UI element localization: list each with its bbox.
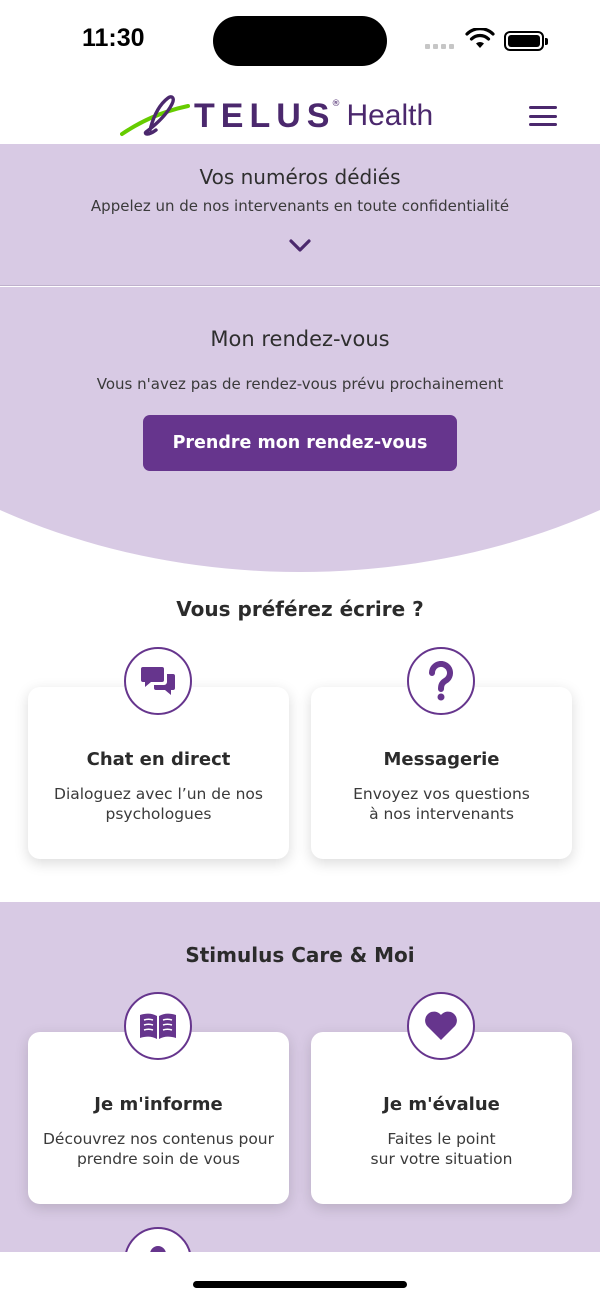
info-card-title: Je m'informe	[94, 1094, 223, 1115]
info-card-description: Découvrez nos contenus pour prendre soin…	[42, 1130, 275, 1168]
home-indicator[interactable]	[193, 1281, 407, 1288]
messaging-description: Envoyez vos questions à nos intervenants	[353, 785, 530, 823]
appointment-section: Mon rendez-vous Vous n'avez pas de rende…	[0, 287, 600, 577]
stimulus-section-title: Stimulus Care & Moi	[185, 943, 415, 967]
hamburger-menu-icon[interactable]	[529, 106, 557, 126]
dedicated-numbers-subtitle: Appelez un de nos intervenants en toute …	[90, 197, 510, 215]
write-section-title: Vous préférez écrire ?	[176, 597, 424, 621]
dedicated-numbers-title: Vos numéros dédiés	[199, 165, 401, 189]
live-chat-description: Dialoguez avec l’un de nos psychologues	[54, 785, 263, 823]
telus-leaf-icon	[120, 95, 190, 136]
appointment-title: Mon rendez-vous	[210, 327, 390, 351]
stimulus-section: Stimulus Care & Moi Je m'informe Découvr…	[0, 902, 600, 1254]
cellular-signal-icon	[425, 44, 454, 49]
messaging-title: Messagerie	[383, 749, 500, 770]
status-bar: 11:30	[0, 0, 600, 84]
evaluate-card-description: Faites le point sur votre situation	[370, 1130, 513, 1168]
chevron-down-icon[interactable]	[289, 239, 311, 253]
book-icon	[124, 992, 192, 1060]
home-indicator-area	[0, 1252, 600, 1300]
question-icon	[407, 647, 475, 715]
telus-health-logo: TELUS ® Health	[120, 90, 433, 142]
evaluate-card-title: Je m'évalue	[383, 1094, 500, 1115]
logo-wordmark: TELUS	[194, 96, 336, 135]
logo-health-text: Health	[346, 99, 434, 132]
dynamic-island	[213, 16, 387, 66]
appointment-message: Vous n'avez pas de rendez-vous prévu pro…	[96, 375, 504, 393]
battery-icon	[504, 31, 548, 51]
logo-registered-mark: ®	[331, 99, 341, 109]
profile-icon	[124, 1227, 192, 1254]
app-header: TELUS ® Health	[0, 84, 600, 144]
dedicated-numbers-panel[interactable]: Vos numéros dédiés Appelez un de nos int…	[0, 144, 600, 286]
chat-icon	[124, 647, 192, 715]
status-time: 11:30	[82, 24, 145, 52]
live-chat-title: Chat en direct	[86, 749, 231, 770]
heart-icon	[407, 992, 475, 1060]
wifi-icon	[465, 28, 495, 48]
book-appointment-button[interactable]: Prendre mon rendez-vous	[143, 415, 457, 471]
